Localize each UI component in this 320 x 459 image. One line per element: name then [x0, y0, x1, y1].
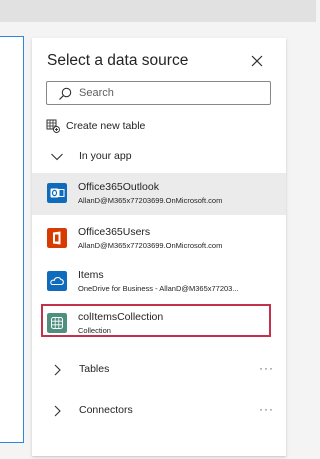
- chevron-right-icon: [54, 364, 61, 376]
- item-subtitle: OneDrive for Business - AllanD@M365x7720…: [78, 284, 239, 293]
- table-add-icon: [46, 119, 60, 133]
- section-label: Connectors: [79, 404, 133, 416]
- item-subtitle: AllanD@M365x77203699.OnMicrosoft.com: [78, 196, 223, 205]
- close-icon[interactable]: [248, 52, 266, 70]
- data-source-item-office365outlook[interactable]: Office365Outlook AllanD@M365x77203699.On…: [32, 173, 286, 215]
- item-name: Items: [78, 269, 104, 281]
- cloud-icon: [47, 271, 67, 291]
- section-in-your-app[interactable]: In your app: [32, 142, 286, 170]
- data-source-item-items[interactable]: Items OneDrive for Business - AllanD@M36…: [32, 261, 286, 303]
- item-subtitle: AllanD@M365x77203699.OnMicrosoft.com: [78, 241, 223, 250]
- more-options-button[interactable]: ···: [259, 402, 274, 416]
- office-icon: [47, 228, 67, 248]
- item-name: colItemsCollection: [78, 311, 164, 323]
- select-data-source-pane: Select a data source Create new table In…: [32, 38, 286, 456]
- more-options-button[interactable]: ···: [259, 361, 274, 375]
- chevron-right-icon: [54, 405, 61, 417]
- item-subtitle: Collection: [78, 326, 111, 335]
- section-connectors[interactable]: Connectors ···: [32, 396, 286, 424]
- item-name: Office365Outlook: [78, 181, 159, 193]
- background-panel: [0, 36, 24, 443]
- data-source-item-office365users[interactable]: Office365Users AllanD@M365x77203699.OnMi…: [32, 218, 286, 260]
- section-label: In your app: [79, 150, 132, 162]
- section-label: Tables: [79, 363, 110, 375]
- create-new-table-label: Create new table: [66, 120, 146, 132]
- pane-title: Select a data source: [47, 52, 189, 69]
- item-name: Office365Users: [78, 226, 151, 238]
- search-icon: [59, 87, 72, 100]
- top-bar: [0, 0, 316, 22]
- section-tables[interactable]: Tables ···: [32, 355, 286, 383]
- create-new-table-button[interactable]: Create new table: [46, 118, 145, 134]
- data-source-item-colitemscollection[interactable]: colItemsCollection Collection: [32, 303, 286, 345]
- search-box[interactable]: [46, 81, 271, 105]
- chevron-down-icon: [51, 153, 63, 161]
- search-input[interactable]: [79, 85, 264, 101]
- outlook-icon: [47, 183, 67, 203]
- collection-grid-icon: [47, 313, 67, 333]
